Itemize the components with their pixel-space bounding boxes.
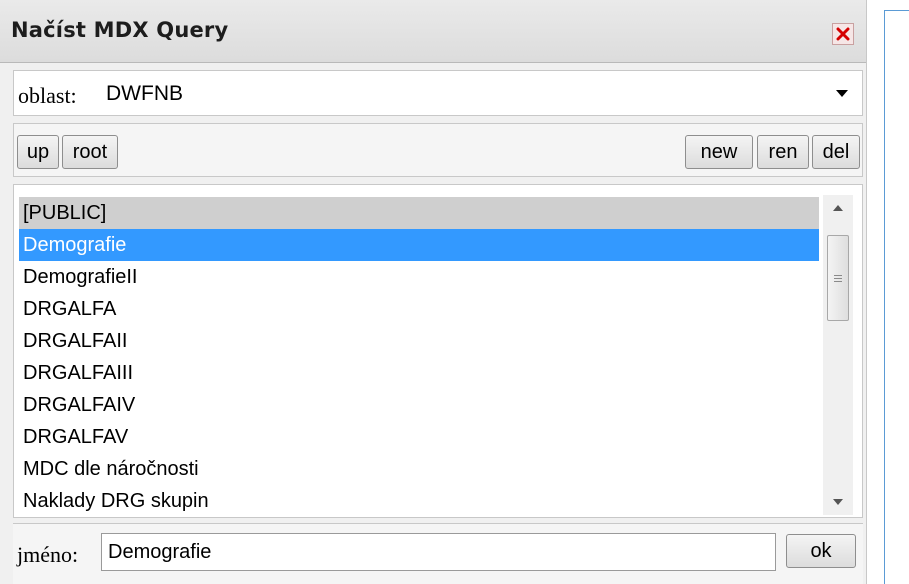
list-item[interactable]: [PUBLIC] — [19, 197, 819, 229]
scroll-up-button[interactable] — [823, 195, 853, 221]
list-item[interactable]: DRGALFAIV — [19, 389, 819, 421]
name-row: jméno: ok — [13, 523, 863, 584]
dialog-title: Načíst MDX Query — [11, 18, 229, 42]
scroll-down-arrow-icon — [833, 499, 843, 505]
list-item[interactable]: DRGALFAII — [19, 325, 819, 357]
list-item[interactable]: DRGALFA — [19, 293, 819, 325]
query-list: [PUBLIC] Demografie DemografieII DRGALFA DRG… — [19, 197, 819, 515]
scroll-grip-icon — [834, 273, 842, 284]
area-row: oblast: DWFNB — [13, 70, 863, 116]
folder-toolbar: up root new ren del — [13, 123, 863, 177]
scroll-up-arrow-icon — [833, 205, 843, 211]
ok-button[interactable]: ok — [786, 534, 856, 568]
rename-button[interactable]: ren — [757, 135, 809, 169]
area-select[interactable]: DWFNB — [100, 73, 862, 113]
background-panel-edge — [884, 10, 909, 584]
query-listbox[interactable]: [PUBLIC] Demografie DemografieII DRGALFA DRG… — [13, 184, 863, 518]
list-scrollbar[interactable] — [823, 195, 853, 515]
name-label: jméno: — [17, 542, 79, 567]
delete-button[interactable]: del — [812, 135, 860, 169]
list-item[interactable]: Demografie — [19, 229, 819, 261]
root-button[interactable]: root — [62, 135, 118, 169]
area-select-value: DWFNB — [106, 82, 183, 105]
close-button[interactable] — [832, 23, 854, 45]
load-mdx-query-dialog: Načíst MDX Query oblast: DWFNB up root n… — [0, 0, 867, 584]
list-item[interactable]: DRGALFAV — [19, 421, 819, 453]
list-item[interactable]: DRGALFAIII — [19, 357, 819, 389]
list-item[interactable]: DemografieII — [19, 261, 819, 293]
area-label: oblast: — [18, 83, 77, 108]
up-button[interactable]: up — [17, 135, 59, 169]
dropdown-arrow-icon — [836, 90, 848, 97]
list-item[interactable]: MDC dle náročnosti — [19, 453, 819, 485]
scroll-down-button[interactable] — [823, 489, 853, 515]
name-input[interactable] — [101, 533, 776, 571]
new-button[interactable]: new — [685, 135, 753, 169]
list-item[interactable]: Naklady DRG skupin — [19, 485, 819, 515]
close-x-icon — [836, 27, 850, 41]
scroll-thumb[interactable] — [827, 235, 849, 321]
dialog-titlebar[interactable]: Načíst MDX Query — [0, 0, 866, 63]
